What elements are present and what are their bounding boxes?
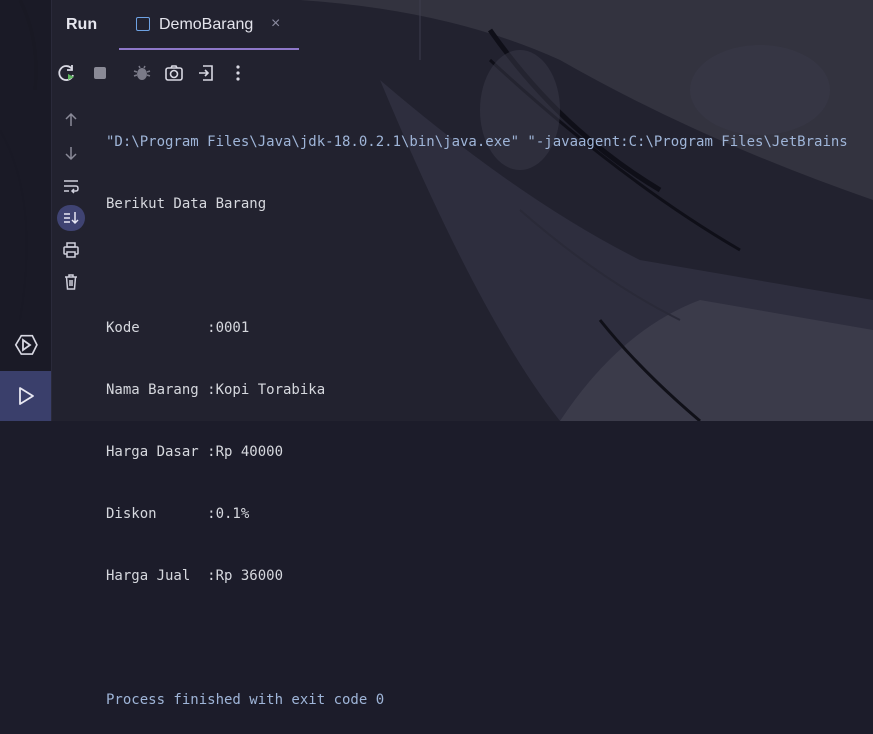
exit-icon <box>199 65 213 81</box>
clear-button[interactable] <box>57 269 85 295</box>
exit-button[interactable] <box>195 62 217 84</box>
console-line: Nama Barang :Kopi Torabika <box>106 382 326 398</box>
rerun-button[interactable] <box>56 62 78 84</box>
more-icon <box>236 65 240 81</box>
run-tool-button[interactable] <box>0 371 51 421</box>
run-panel-title: Run <box>66 16 98 33</box>
debug-icon <box>133 65 151 80</box>
run-panel-header: Run DemoBarang × <box>51 0 873 50</box>
print-icon <box>63 242 79 258</box>
scroll-down-button[interactable] <box>57 140 85 166</box>
scroll-to-end-icon <box>64 212 79 225</box>
screenshot-button[interactable] <box>163 62 185 84</box>
scroll-to-end-button[interactable] <box>57 205 85 231</box>
scroll-up-button[interactable] <box>57 107 85 133</box>
left-tool-strip <box>0 0 52 421</box>
tab-active-indicator <box>119 48 299 50</box>
rerun-icon <box>58 65 74 81</box>
console-line-process-exit: Process finished with exit code 0 <box>106 692 385 708</box>
print-button[interactable] <box>57 237 85 263</box>
stop-button[interactable] <box>89 62 111 84</box>
tab-label: DemoBarang <box>159 16 254 33</box>
console-line: Harga Dasar :Rp 40000 <box>106 444 284 460</box>
soft-wrap-icon <box>64 180 79 194</box>
scroll-down-icon <box>65 147 77 161</box>
console-line: Kode :0001 <box>106 320 250 336</box>
debug-button[interactable] <box>131 62 153 84</box>
services-icon <box>14 334 38 355</box>
services-button[interactable] <box>0 323 51 367</box>
clear-icon <box>65 274 77 290</box>
soft-wrap-button[interactable] <box>57 173 85 199</box>
console-line: Harga Jual :Rp 36000 <box>106 568 284 584</box>
console-line-command: "D:\Program Files\Java\jdk-18.0.2.1\bin\… <box>106 134 848 150</box>
console-line: Berikut Data Barang <box>106 196 267 212</box>
run-icon <box>18 387 34 405</box>
console-line: Diskon :0.1% <box>106 506 250 522</box>
close-icon[interactable]: × <box>271 15 280 33</box>
console-gutter <box>51 100 91 300</box>
stop-icon <box>94 67 106 79</box>
console-tab-icon <box>136 17 150 31</box>
run-toolbar <box>51 58 873 88</box>
console-output[interactable]: "D:\Program Files\Java\jdk-18.0.2.1\bin\… <box>106 98 873 734</box>
tab-demobarang[interactable]: DemoBarang × <box>119 0 299 50</box>
more-button[interactable] <box>227 62 249 84</box>
screenshot-icon <box>165 65 183 81</box>
scroll-up-icon <box>65 112 77 126</box>
